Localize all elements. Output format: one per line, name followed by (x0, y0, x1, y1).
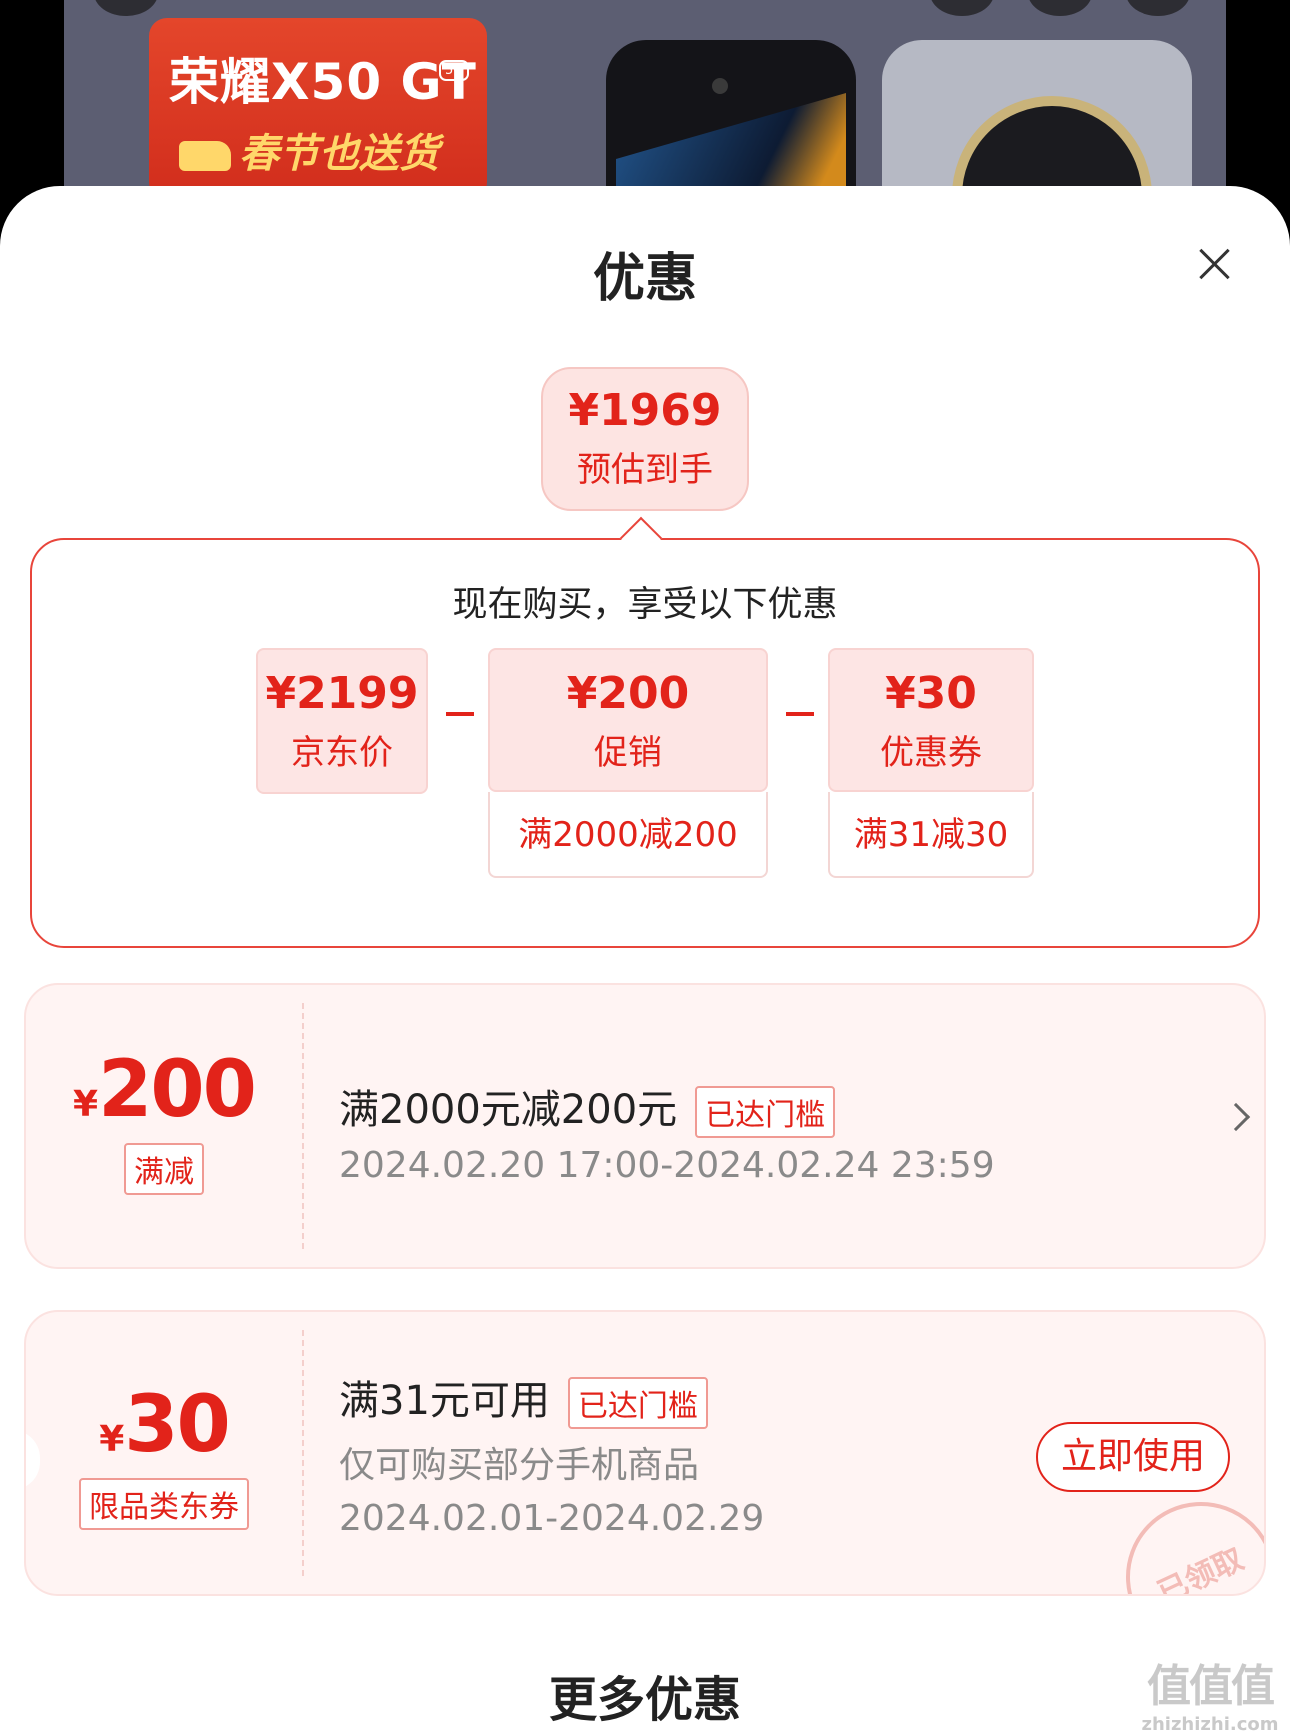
promotion-label: 促销 (594, 733, 662, 773)
minus-sign (786, 712, 814, 716)
coupon-scope: 仅可购买部分手机商品 (339, 1445, 700, 1486)
estimated-price-box: ¥1969 预估到手 (541, 367, 749, 511)
screen-wallpaper (616, 93, 846, 200)
watermark-url: zhizhizhi.com (1141, 1714, 1279, 1733)
promo-text-row: 春节也送货 (179, 121, 439, 179)
jd-price-label: 京东价 (291, 733, 393, 773)
truck-icon (179, 141, 231, 171)
close-icon[interactable] (1196, 246, 1232, 282)
toolbar-button-partial[interactable] (930, 0, 994, 16)
network-badge: 5G (439, 60, 470, 81)
coupon-title: 满2000元减200元 (339, 1087, 678, 1133)
front-camera (712, 78, 728, 94)
price-breakdown: 现在购买，享受以下优惠 ¥2199 京东价 ¥200 促销 满2000减200 … (30, 538, 1260, 948)
estimated-price: ¥1969 (568, 385, 722, 436)
coupon-amount-block: ¥200 满减 (26, 1045, 302, 1195)
promotion-coupon-row[interactable]: ¥200 满减 满2000元减200元 已达门槛 2024.02.20 17:00… (24, 983, 1266, 1269)
coupon-type-tag: 限品类东券 (79, 1478, 249, 1530)
coupon-chip: ¥30 优惠券 满31减30 (828, 648, 1034, 878)
back-button-partial[interactable] (94, 0, 158, 16)
coupon-divider (302, 1330, 304, 1576)
chevron-right-icon[interactable] (1221, 1102, 1251, 1132)
claimed-stamp: 已领取 (1101, 1477, 1264, 1594)
coupon-title: 满31元可用 (339, 1378, 550, 1424)
product-banner: 荣耀X50 GT 5G 春节也送货 (64, 0, 1226, 200)
coupon-amount: 200 (98, 1045, 257, 1135)
discount-sheet: 优惠 ¥1969 预估到手 现在购买，享受以下优惠 ¥2199 京东价 ¥200… (0, 186, 1290, 1733)
coupon-label: 优惠券 (880, 733, 982, 773)
coupon-condition: 满31减30 (828, 792, 1034, 878)
more-offers-title: 更多优惠 (548, 1672, 741, 1728)
use-now-button[interactable]: 立即使用 (1036, 1422, 1230, 1492)
threshold-badge: 已达门槛 (695, 1086, 836, 1138)
jd-price-value: ¥2199 (265, 668, 419, 719)
jd-coupon-row: ¥30 限品类东券 满31元可用 已达门槛 仅可购买部分手机商品 2024.02.… (24, 1310, 1266, 1596)
phone-front-image (606, 40, 856, 200)
coupon-value: ¥30 (885, 668, 977, 719)
site-watermark: 值值值 zhizhizhi.com (1140, 1650, 1280, 1733)
phone-back-image (882, 40, 1192, 200)
coupon-title-row: 满31元可用 已达门槛 (339, 1368, 708, 1429)
coupon-amount: 30 (124, 1380, 231, 1470)
currency-symbol: ¥ (73, 1084, 99, 1125)
estimated-price-label: 预估到手 (577, 450, 713, 490)
jd-price-chip: ¥2199 京东价 (256, 648, 428, 794)
promo-card: 荣耀X50 GT 5G 春节也送货 (149, 18, 487, 200)
promotion-value: ¥200 (566, 668, 690, 719)
toolbar-button-partial[interactable] (1126, 0, 1190, 16)
coupon-divider (302, 1003, 304, 1249)
sheet-title: 优惠 (592, 249, 697, 309)
promotion-chip: ¥200 促销 满2000减200 (488, 648, 768, 878)
coupon-type-tag: 满减 (124, 1143, 204, 1195)
minus-sign (446, 712, 474, 716)
toolbar-button-partial[interactable] (1028, 0, 1092, 16)
promotion-condition: 满2000减200 (488, 792, 768, 878)
promo-text: 春节也送货 (239, 131, 439, 177)
product-name: 荣耀X50 GT (169, 53, 477, 111)
watermark-logo: 值值值 (1147, 1661, 1275, 1712)
coupon-period: 2024.02.20 17:00-2024.02.24 23:59 (339, 1145, 995, 1186)
threshold-badge: 已达门槛 (567, 1377, 708, 1429)
breakdown-heading: 现在购买，享受以下优惠 (452, 585, 838, 625)
coupon-title-row: 满2000元减200元 已达门槛 (339, 1077, 836, 1138)
currency-symbol: ¥ (99, 1419, 125, 1460)
coupon-period: 2024.02.01-2024.02.29 (339, 1498, 765, 1539)
coupon-amount-block: ¥30 限品类东券 (26, 1380, 302, 1530)
camera-module (952, 96, 1152, 200)
